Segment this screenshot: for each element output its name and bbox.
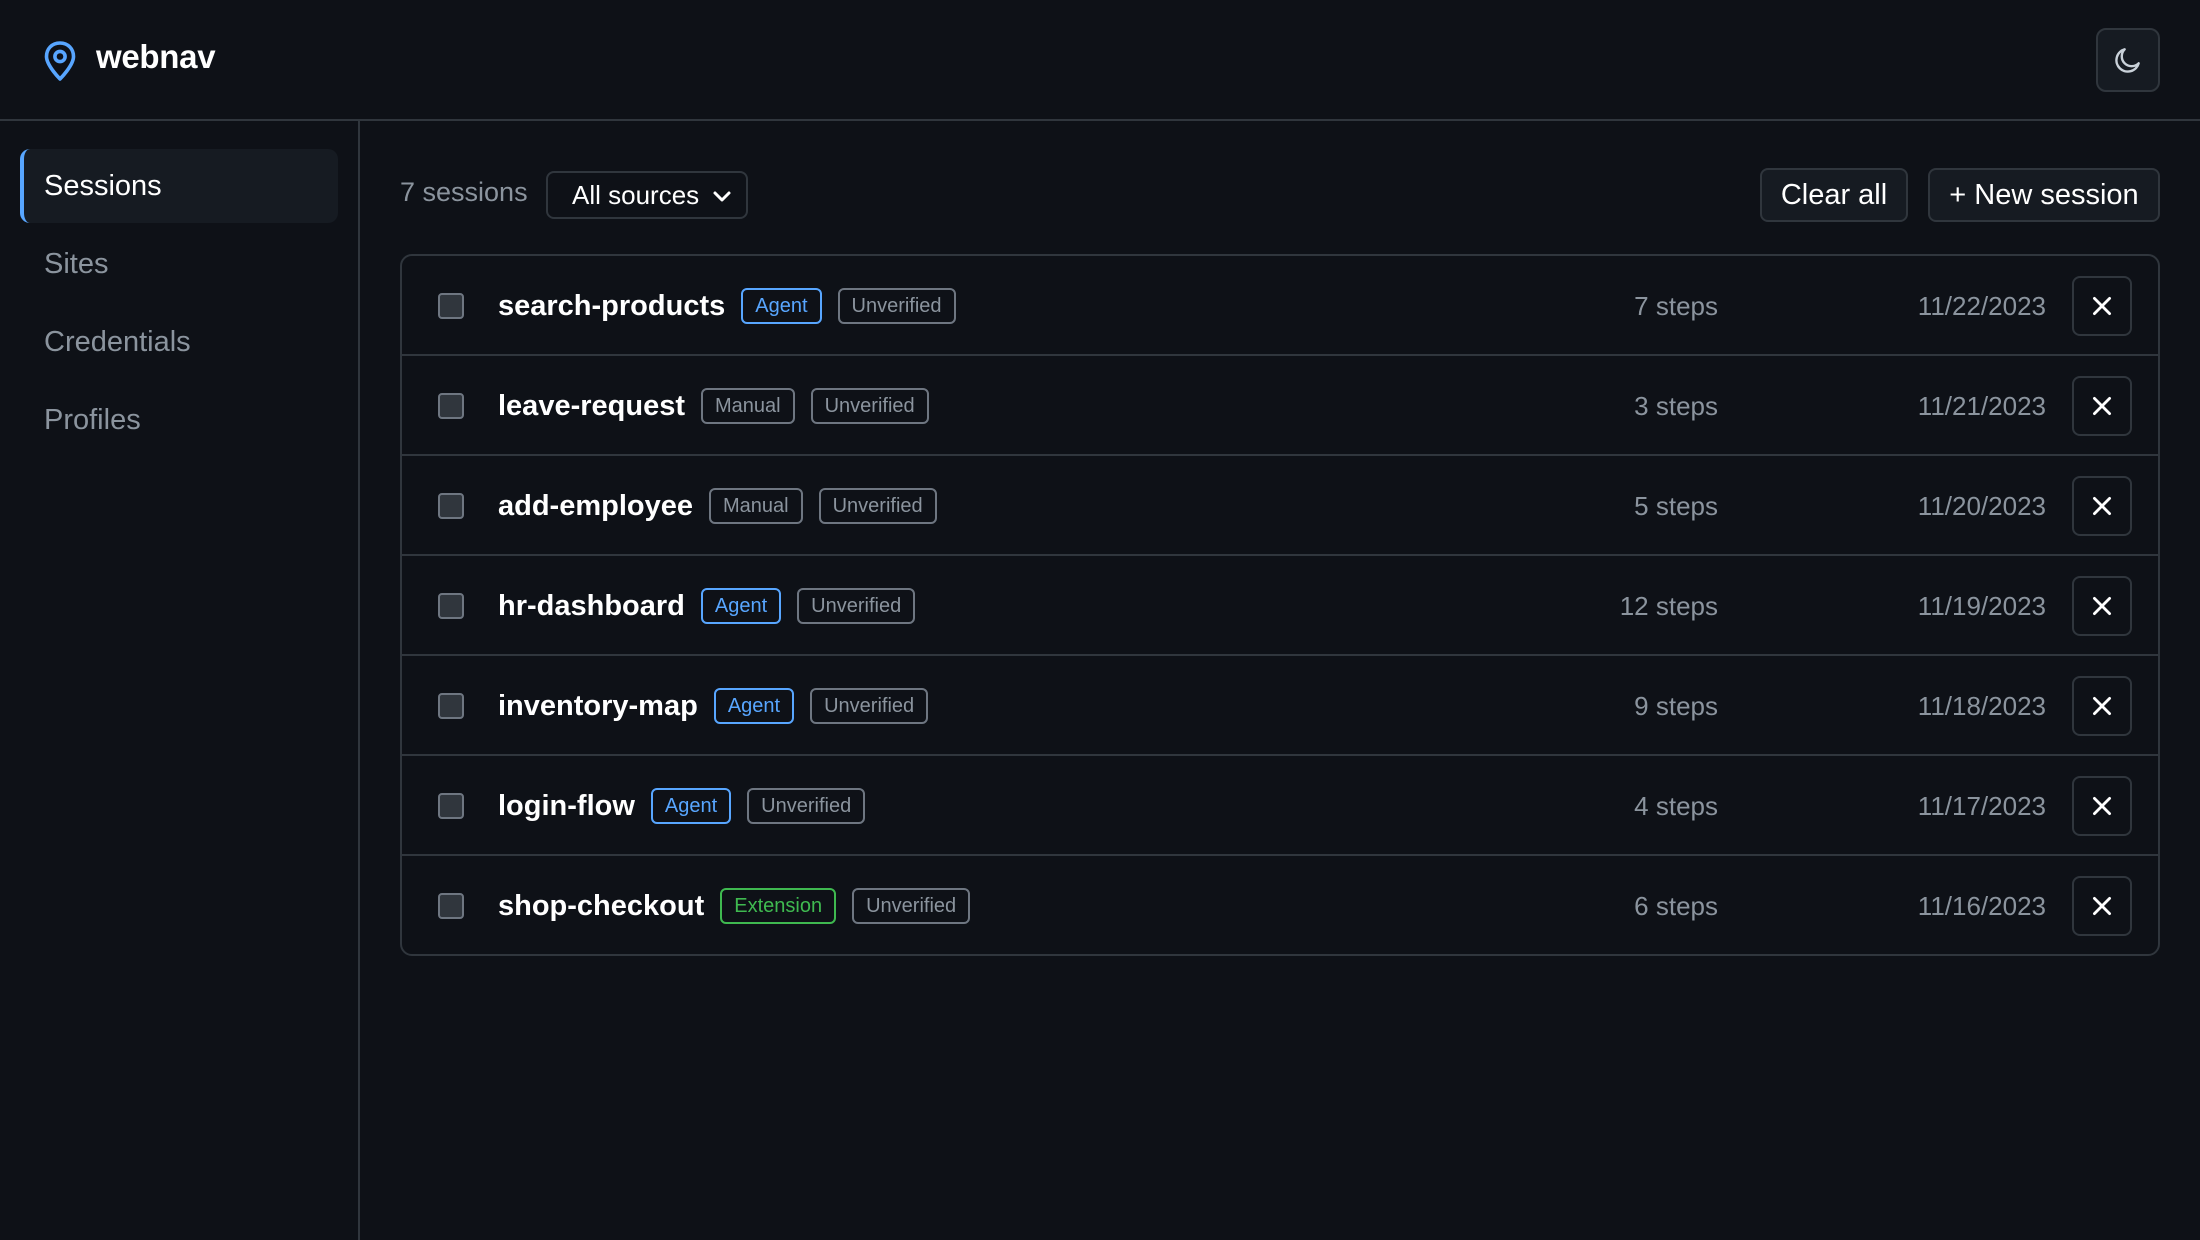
source-badge: Extension bbox=[720, 888, 837, 924]
theme-toggle-button[interactable] bbox=[2096, 28, 2160, 92]
status-badge: Unverified bbox=[747, 788, 866, 824]
row-checkbox[interactable] bbox=[438, 293, 464, 319]
step-count: 9 steps bbox=[1634, 690, 1718, 721]
status-badge: Unverified bbox=[810, 388, 929, 424]
status-badge: Unverified bbox=[810, 688, 929, 724]
main-content: 7 sessions All sources Clear all + New s… bbox=[360, 121, 2200, 1240]
step-count: 12 steps bbox=[1619, 590, 1718, 621]
step-count: 4 steps bbox=[1634, 790, 1718, 821]
sidebar-item-credentials[interactable]: Credentials bbox=[20, 305, 338, 379]
status-badge: Unverified bbox=[837, 288, 956, 324]
session-name[interactable]: search-products bbox=[498, 290, 725, 323]
status-badge: Unverified bbox=[852, 888, 971, 924]
sidebar: Sessions Sites Credentials Profiles bbox=[0, 121, 360, 1240]
close-icon bbox=[2093, 397, 2111, 415]
step-count: 5 steps bbox=[1634, 490, 1718, 521]
row-checkbox[interactable] bbox=[438, 593, 464, 619]
sessions-table: search-products Agent Unverified 7 steps… bbox=[400, 254, 2160, 956]
chevron-down-icon bbox=[713, 191, 731, 202]
source-badge: Agent bbox=[713, 688, 795, 724]
table-row[interactable]: add-employee Manual Unverified 5 steps 1… bbox=[402, 456, 2158, 556]
session-name[interactable]: login-flow bbox=[498, 790, 635, 823]
status-badge: Unverified bbox=[797, 588, 916, 624]
table-row[interactable]: leave-request Manual Unverified 3 steps … bbox=[402, 356, 2158, 456]
table-row[interactable]: search-products Agent Unverified 7 steps… bbox=[402, 256, 2158, 356]
source-badge: Manual bbox=[709, 488, 803, 524]
close-icon bbox=[2093, 797, 2111, 815]
map-pin-icon bbox=[44, 41, 76, 81]
sidebar-item-sessions[interactable]: Sessions bbox=[20, 149, 338, 223]
row-checkbox[interactable] bbox=[438, 393, 464, 419]
session-name[interactable]: leave-request bbox=[498, 390, 685, 423]
session-name[interactable]: hr-dashboard bbox=[498, 590, 685, 623]
source-badge: Agent bbox=[700, 588, 782, 624]
sidebar-item-sites[interactable]: Sites bbox=[20, 227, 338, 301]
row-checkbox[interactable] bbox=[438, 793, 464, 819]
delete-button[interactable] bbox=[2072, 876, 2132, 936]
session-name[interactable]: shop-checkout bbox=[498, 890, 704, 923]
session-count: 7 sessions bbox=[400, 177, 528, 207]
session-date: 11/19/2023 bbox=[1917, 590, 2046, 621]
row-checkbox[interactable] bbox=[438, 493, 464, 519]
session-date: 11/17/2023 bbox=[1917, 790, 2046, 821]
close-icon bbox=[2093, 597, 2111, 615]
table-row[interactable]: hr-dashboard Agent Unverified 12 steps 1… bbox=[402, 556, 2158, 656]
source-filter-value: All sources bbox=[572, 179, 700, 210]
step-count: 6 steps bbox=[1634, 890, 1718, 921]
source-badge: Agent bbox=[650, 788, 732, 824]
app-header: webnav bbox=[0, 0, 2200, 121]
delete-button[interactable] bbox=[2072, 576, 2132, 636]
new-session-button[interactable]: + New session bbox=[1928, 168, 2160, 222]
row-checkbox[interactable] bbox=[438, 693, 464, 719]
close-icon bbox=[2093, 897, 2111, 915]
source-badge: Manual bbox=[701, 388, 795, 424]
close-icon bbox=[2093, 297, 2111, 315]
session-name[interactable]: inventory-map bbox=[498, 690, 698, 723]
session-name[interactable]: add-employee bbox=[498, 490, 693, 523]
clear-all-button[interactable]: Clear all bbox=[1760, 168, 1908, 222]
delete-button[interactable] bbox=[2072, 376, 2132, 436]
close-icon bbox=[2093, 497, 2111, 515]
step-count: 3 steps bbox=[1634, 390, 1718, 421]
step-count: 7 steps bbox=[1634, 290, 1718, 321]
moon-icon bbox=[2115, 48, 2140, 73]
close-icon bbox=[2093, 697, 2111, 715]
session-date: 11/18/2023 bbox=[1917, 690, 2046, 721]
app-brand: webnav bbox=[96, 38, 216, 75]
delete-button[interactable] bbox=[2072, 476, 2132, 536]
session-date: 11/22/2023 bbox=[1917, 290, 2046, 321]
source-filter-select[interactable]: All sources bbox=[546, 171, 748, 219]
source-badge: Agent bbox=[741, 288, 822, 324]
session-date: 11/16/2023 bbox=[1917, 890, 2046, 921]
table-row[interactable]: login-flow Agent Unverified 4 steps 11/1… bbox=[402, 756, 2158, 856]
session-date: 11/20/2023 bbox=[1917, 490, 2046, 521]
delete-button[interactable] bbox=[2072, 776, 2132, 836]
status-badge: Unverified bbox=[818, 488, 937, 524]
session-date: 11/21/2023 bbox=[1917, 390, 2046, 421]
delete-button[interactable] bbox=[2072, 276, 2132, 336]
sidebar-item-profiles[interactable]: Profiles bbox=[20, 383, 338, 457]
table-row[interactable]: inventory-map Agent Unverified 9 steps 1… bbox=[402, 656, 2158, 756]
table-row[interactable]: shop-checkout Extension Unverified 6 ste… bbox=[402, 856, 2158, 954]
delete-button[interactable] bbox=[2072, 676, 2132, 736]
row-checkbox[interactable] bbox=[438, 893, 464, 919]
